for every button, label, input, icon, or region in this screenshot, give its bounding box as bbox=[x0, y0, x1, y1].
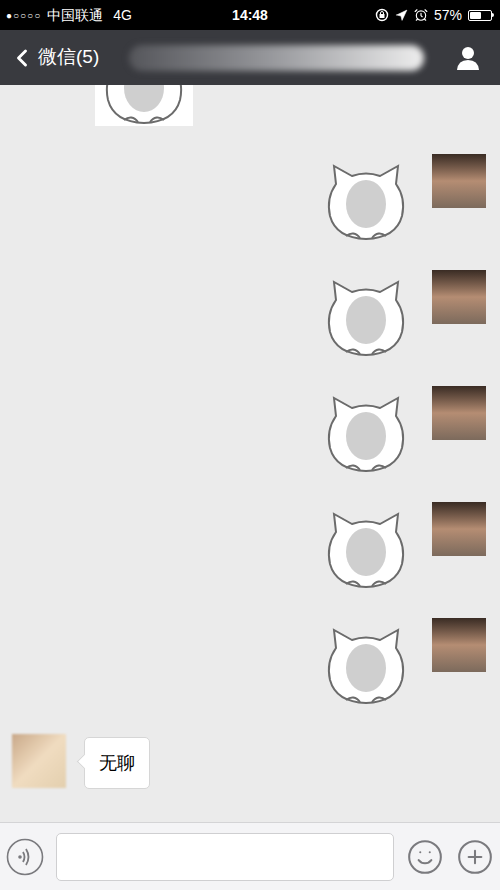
signal-strength: ●○○○○ bbox=[6, 8, 41, 23]
message-row bbox=[0, 270, 500, 358]
message-list: 无聊 bbox=[0, 85, 500, 822]
message-row bbox=[0, 85, 500, 126]
cat-face-sticker[interactable] bbox=[324, 510, 408, 590]
voice-input-icon[interactable] bbox=[6, 838, 44, 876]
location-icon bbox=[395, 9, 408, 22]
cat-face-sticker[interactable] bbox=[102, 85, 186, 126]
my-avatar[interactable] bbox=[432, 618, 486, 672]
cat-face-sticker[interactable] bbox=[324, 626, 408, 706]
contact-avatar[interactable] bbox=[12, 734, 66, 788]
battery-icon bbox=[468, 10, 494, 21]
input-bar bbox=[0, 822, 500, 890]
message-row bbox=[0, 386, 500, 474]
contact-info-icon[interactable] bbox=[454, 44, 482, 72]
message-row: 无聊 bbox=[0, 734, 500, 789]
chat-title-redacted bbox=[129, 45, 424, 71]
cat-face-sticker[interactable] bbox=[324, 394, 408, 474]
sticker-message[interactable] bbox=[324, 394, 408, 474]
sticker-message[interactable] bbox=[324, 626, 408, 706]
back-button[interactable]: 微信(5) bbox=[8, 43, 99, 72]
message-row bbox=[0, 502, 500, 590]
back-arrow-icon bbox=[8, 44, 36, 72]
battery-percent: 57% bbox=[434, 5, 462, 26]
alarm-icon bbox=[414, 8, 428, 22]
clock: 14:48 bbox=[232, 5, 268, 26]
cat-face-sticker[interactable] bbox=[324, 278, 408, 358]
more-plus-icon[interactable] bbox=[456, 838, 494, 876]
my-avatar[interactable] bbox=[432, 154, 486, 208]
my-avatar[interactable] bbox=[432, 270, 486, 324]
sticker-message[interactable] bbox=[324, 278, 408, 358]
emoji-icon[interactable] bbox=[406, 838, 444, 876]
my-avatar[interactable] bbox=[432, 386, 486, 440]
nav-bar: 微信(5) bbox=[0, 30, 500, 85]
sticker-message[interactable] bbox=[324, 162, 408, 242]
network-type: 4G bbox=[113, 5, 132, 26]
carrier-name: 中国联通 bbox=[47, 5, 103, 26]
sticker-message[interactable] bbox=[324, 510, 408, 590]
message-row bbox=[0, 154, 500, 242]
cat-face-sticker[interactable] bbox=[324, 162, 408, 242]
sticker-message[interactable] bbox=[95, 85, 193, 126]
status-bar: ●○○○○ 中国联通 4G 14:48 57% bbox=[0, 0, 500, 30]
rotation-lock-icon bbox=[375, 8, 389, 22]
message-row bbox=[0, 618, 500, 706]
wechat-chat-screen: ●○○○○ 中国联通 4G 14:48 57% 微信(5) 无聊 bbox=[0, 0, 500, 890]
my-avatar[interactable] bbox=[432, 502, 486, 556]
message-input[interactable] bbox=[56, 833, 394, 881]
text-bubble[interactable]: 无聊 bbox=[84, 737, 150, 789]
